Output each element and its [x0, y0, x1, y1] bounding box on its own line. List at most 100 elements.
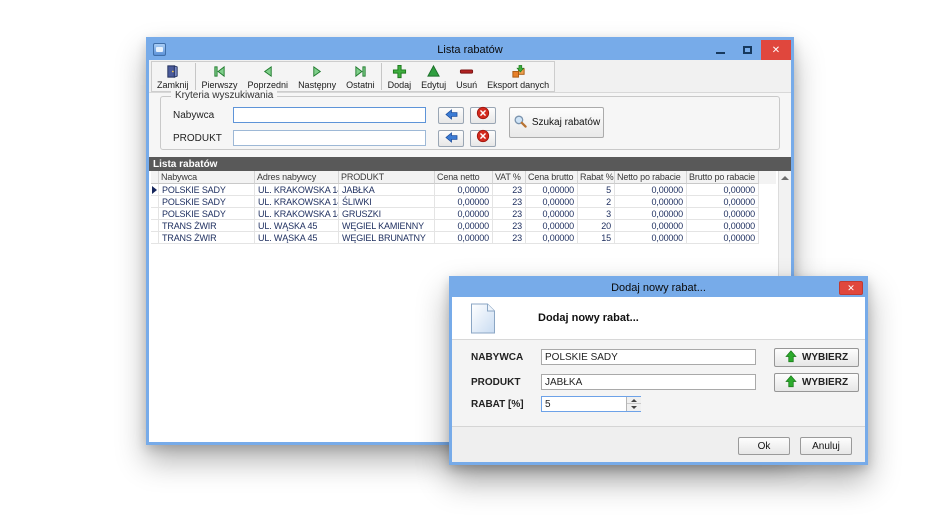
dialog-header-title: Dodaj nowy rabat... — [538, 297, 639, 340]
column-header[interactable]: PRODUKT — [339, 171, 435, 184]
toolbar-button-close-window[interactable]: Zamknij — [152, 62, 194, 91]
row-marker-cell — [151, 208, 159, 220]
dialog-nabywca-label: NABYWCA — [471, 352, 523, 363]
spinner-down-icon — [631, 406, 637, 409]
add-icon — [392, 64, 407, 79]
ok-button[interactable]: Ok — [738, 437, 790, 455]
nabywca-wybierz-button[interactable]: WYBIERZ — [774, 348, 859, 367]
dialog-title: Dodaj nowy rabat... — [452, 279, 865, 297]
column-header[interactable]: Rabat % — [578, 171, 615, 184]
spinner-up-button[interactable] — [627, 397, 641, 404]
toolbar-button-export-data[interactable]: Eksport danych — [482, 62, 554, 91]
row-marker-cell — [151, 196, 159, 208]
toolbar-button-last-record[interactable]: Ostatni — [341, 62, 380, 91]
toolbar-button-label: Usuń — [456, 80, 477, 90]
scroll-up-button[interactable] — [779, 171, 791, 184]
table-cell: UL. WĄSKA 45 — [255, 232, 339, 244]
toolbar-button-label: Pierwszy — [202, 80, 238, 90]
left-arrow-icon — [445, 107, 458, 125]
table-row[interactable]: POLSKIE SADYUL. KRAKOWSKA 145ŚLIWKI0,000… — [151, 196, 776, 208]
toolbar-button-add-record[interactable]: Dodaj — [383, 62, 417, 91]
table-cell: 0,00000 — [435, 232, 493, 244]
main-titlebar[interactable]: Lista rabatów ✕ — [149, 40, 791, 60]
table-cell: 23 — [493, 184, 526, 196]
table-cell: TRANS ŻWIR — [159, 220, 255, 232]
table-cell: 0,00000 — [435, 220, 493, 232]
next-record-icon — [311, 64, 324, 79]
table-row[interactable]: POLSKIE SADYUL. KRAKOWSKA 145GRUSZKI0,00… — [151, 208, 776, 220]
close-button[interactable]: ✕ — [761, 40, 791, 60]
spinner-up-icon — [631, 399, 637, 402]
nabywca-insert-button[interactable] — [438, 107, 464, 124]
dialog-fields: NABYWCA WYBIERZ PRODUKT WYBIERZ RABAT [%… — [452, 340, 865, 426]
toolbar-button-label: Zamknij — [157, 80, 189, 90]
table-cell: POLSKIE SADY — [159, 208, 255, 220]
maximize-button[interactable] — [734, 40, 761, 60]
row-arrow-icon — [152, 186, 157, 194]
nabywca-clear-button[interactable] — [470, 107, 496, 124]
table-cell: 0,00000 — [687, 220, 759, 232]
minimize-icon — [716, 52, 725, 54]
toolbar-button-delete-record[interactable]: Usuń — [451, 62, 482, 91]
header-marker-cell — [151, 171, 159, 184]
table-cell: 0,00000 — [615, 220, 687, 232]
table-cell: 3 — [578, 208, 615, 220]
dialog-titlebar[interactable]: Dodaj nowy rabat... ✕ — [452, 279, 865, 297]
table-cell: 23 — [493, 232, 526, 244]
document-icon — [470, 303, 496, 339]
produkt-wybierz-button[interactable]: WYBIERZ — [774, 373, 859, 392]
toolbar-button-label: Następny — [298, 80, 336, 90]
magnifier-icon — [513, 114, 528, 132]
export-icon — [511, 64, 526, 79]
column-header[interactable]: Adres nabywcy — [255, 171, 339, 184]
column-header[interactable]: Nabywca — [159, 171, 255, 184]
table-cell: 0,00000 — [615, 196, 687, 208]
search-discounts-button[interactable]: Szukaj rabatów — [509, 107, 604, 138]
table-cell: 0,00000 — [615, 232, 687, 244]
table-cell: 0,00000 — [526, 208, 578, 220]
produkt-insert-button[interactable] — [438, 130, 464, 147]
table-row[interactable]: TRANS ŻWIRUL. WĄSKA 45WĘGIEL KAMIENNY0,0… — [151, 220, 776, 232]
column-header[interactable]: Brutto po rabacie — [687, 171, 759, 184]
produkt-input[interactable] — [233, 130, 426, 146]
table-cell: 0,00000 — [435, 208, 493, 220]
table-cell: 0,00000 — [687, 184, 759, 196]
table-cell: UL. WĄSKA 45 — [255, 220, 339, 232]
nabywca-input[interactable] — [233, 107, 426, 123]
table-cell: POLSKIE SADY — [159, 184, 255, 196]
row-marker-cell — [151, 220, 159, 232]
toolbar-button-first-record[interactable]: Pierwszy — [197, 62, 243, 91]
toolbar-button-edit-record[interactable]: Edytuj — [416, 62, 451, 91]
dialog-close-button[interactable]: ✕ — [839, 281, 863, 295]
dialog-rabat-label: RABAT [%] — [471, 399, 524, 410]
rabat-spinner — [541, 396, 641, 412]
clear-icon — [476, 106, 490, 125]
scroll-up-icon — [781, 176, 789, 180]
table-row[interactable]: POLSKIE SADYUL. KRAKOWSKA 145JABŁKA0,000… — [151, 184, 776, 196]
table-cell: 23 — [493, 208, 526, 220]
table-row[interactable]: TRANS ŻWIRUL. WĄSKA 45WĘGIEL BRUNATNY0,0… — [151, 232, 776, 244]
dialog-nabywca-input[interactable] — [541, 349, 756, 365]
toolbar-separator — [195, 63, 196, 90]
nabywca-label: Nabywca — [173, 110, 214, 121]
produkt-label: PRODUKT — [173, 133, 222, 144]
minimize-button[interactable] — [707, 40, 734, 60]
close-icon: ✕ — [772, 45, 780, 56]
toolbar-button-next-record[interactable]: Następny — [293, 62, 341, 91]
dialog-produkt-input[interactable] — [541, 374, 756, 390]
spinner-down-button[interactable] — [627, 404, 641, 411]
rabat-input[interactable] — [542, 397, 626, 411]
toolbar-button-label: Poprzedni — [248, 80, 289, 90]
grid-section-header: Lista rabatów — [149, 157, 791, 171]
exit-door-icon — [165, 64, 180, 79]
cancel-button[interactable]: Anuluj — [800, 437, 852, 455]
column-header[interactable]: VAT % — [493, 171, 526, 184]
column-header[interactable]: Cena brutto — [526, 171, 578, 184]
toolbar-button-previous-record[interactable]: Poprzedni — [243, 62, 294, 91]
column-header[interactable]: Netto po rabacie — [615, 171, 687, 184]
table-cell: 5 — [578, 184, 615, 196]
produkt-clear-button[interactable] — [470, 130, 496, 147]
table-cell: JABŁKA — [339, 184, 435, 196]
column-header[interactable]: Cena netto — [435, 171, 493, 184]
dialog-header: Dodaj nowy rabat... — [452, 297, 865, 340]
